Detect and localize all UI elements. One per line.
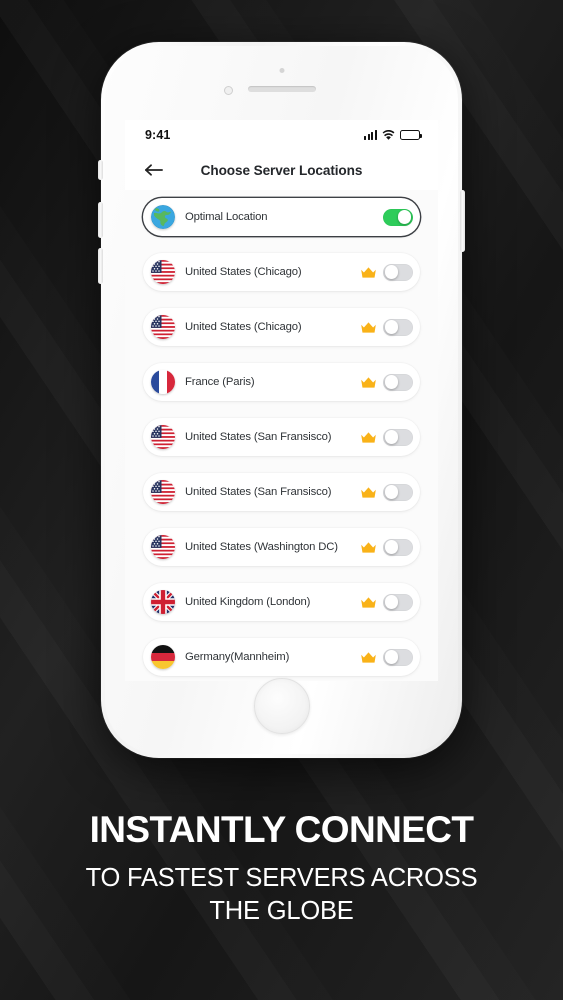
server-list: Optimal Location United States (Chicago) U… <box>125 190 438 681</box>
server-toggle[interactable] <box>383 373 413 391</box>
status-bar: 9:41 <box>125 120 438 150</box>
flag-icon-us <box>151 425 175 449</box>
wifi-icon <box>382 129 395 141</box>
flag-icon-us <box>151 480 175 504</box>
crown-icon <box>360 431 377 444</box>
crown-icon <box>360 321 377 334</box>
marketing-headline: INSTANTLY CONNECT <box>89 809 474 850</box>
marketing-subheadline-line2: THE GLOBE <box>209 896 354 925</box>
volume-down-button[interactable] <box>98 248 103 284</box>
signal-bars-icon <box>363 130 377 140</box>
server-row[interactable]: United Kingdom (London) <box>143 583 420 621</box>
back-arrow-icon[interactable] <box>141 158 165 182</box>
battery-icon <box>400 130 423 140</box>
server-row[interactable]: United States (San Fransisco) <box>143 473 420 511</box>
server-toggle[interactable] <box>383 428 413 446</box>
server-label: United States (Chicago) <box>185 266 302 278</box>
flag-icon-us <box>151 315 175 339</box>
toggle-knob <box>384 430 399 444</box>
toggle-knob <box>397 210 412 224</box>
server-toggle[interactable] <box>383 208 413 226</box>
server-label: Germany(Mannheim) <box>185 651 290 663</box>
status-bar-icons <box>363 129 423 141</box>
phone-screen: 9:41 Choose Server Locations Optimal Loc… <box>125 120 438 681</box>
marketing-copy: INSTANTLY CONNECT TO FASTEST SERVERS ACR… <box>0 810 563 927</box>
proximity-sensor-icon <box>279 68 284 73</box>
server-label: United States (Chicago) <box>185 321 302 333</box>
flag-icon-gb <box>151 590 175 614</box>
earpiece-speaker <box>247 86 316 92</box>
crown-icon <box>360 651 377 664</box>
server-row[interactable]: Optimal Location <box>143 198 420 236</box>
server-label: United States (Washington DC) <box>185 541 338 553</box>
flag-icon-us <box>151 535 175 559</box>
flag-icon-de <box>151 645 175 669</box>
server-toggle[interactable] <box>383 263 413 281</box>
toggle-knob <box>384 540 399 554</box>
server-label: United Kingdom (London) <box>185 596 311 608</box>
toggle-knob <box>384 650 399 664</box>
crown-icon <box>360 596 377 609</box>
toggle-knob <box>384 485 399 499</box>
flag-icon-fr <box>151 370 175 394</box>
flag-icon-us <box>151 260 175 284</box>
crown-icon <box>360 376 377 389</box>
server-toggle[interactable] <box>383 538 413 556</box>
toggle-knob <box>384 265 399 279</box>
server-toggle[interactable] <box>383 483 413 501</box>
server-toggle[interactable] <box>383 593 413 611</box>
server-label: Optimal Location <box>185 211 268 223</box>
server-toggle[interactable] <box>383 648 413 666</box>
toggle-knob <box>384 375 399 389</box>
home-button[interactable] <box>253 678 310 734</box>
page-title: Choose Server Locations <box>200 162 363 178</box>
front-camera-icon <box>224 86 233 95</box>
toggle-knob <box>384 595 399 609</box>
toggle-knob <box>384 320 399 334</box>
server-label: United States (San Fransisco) <box>185 431 332 443</box>
server-row[interactable]: Germany(Mannheim) <box>143 638 420 676</box>
marketing-subheadline: TO FASTEST SERVERS ACROSS THE GLOBE <box>0 862 563 927</box>
crown-icon <box>360 266 377 279</box>
power-button[interactable] <box>460 190 465 252</box>
mute-switch[interactable] <box>98 160 103 180</box>
marketing-subheadline-line1: TO FASTEST SERVERS ACROSS <box>85 863 478 892</box>
globe-icon <box>151 205 175 229</box>
phone-mockup: 9:41 Choose Server Locations Optimal Loc… <box>98 42 465 758</box>
crown-icon <box>360 541 377 554</box>
server-label: United States (San Fransisco) <box>185 486 332 498</box>
crown-icon <box>360 486 377 499</box>
server-row[interactable]: United States (Chicago) <box>143 253 420 291</box>
server-label: France (Paris) <box>185 376 255 388</box>
status-bar-time: 9:41 <box>145 128 171 142</box>
app-nav-bar: Choose Server Locations <box>125 150 438 190</box>
server-row[interactable]: United States (Washington DC) <box>143 528 420 566</box>
volume-up-button[interactable] <box>98 202 103 238</box>
server-row[interactable]: United States (San Fransisco) <box>143 418 420 456</box>
server-row[interactable]: United States (Chicago) <box>143 308 420 346</box>
server-row[interactable]: France (Paris) <box>143 363 420 401</box>
server-toggle[interactable] <box>383 318 413 336</box>
